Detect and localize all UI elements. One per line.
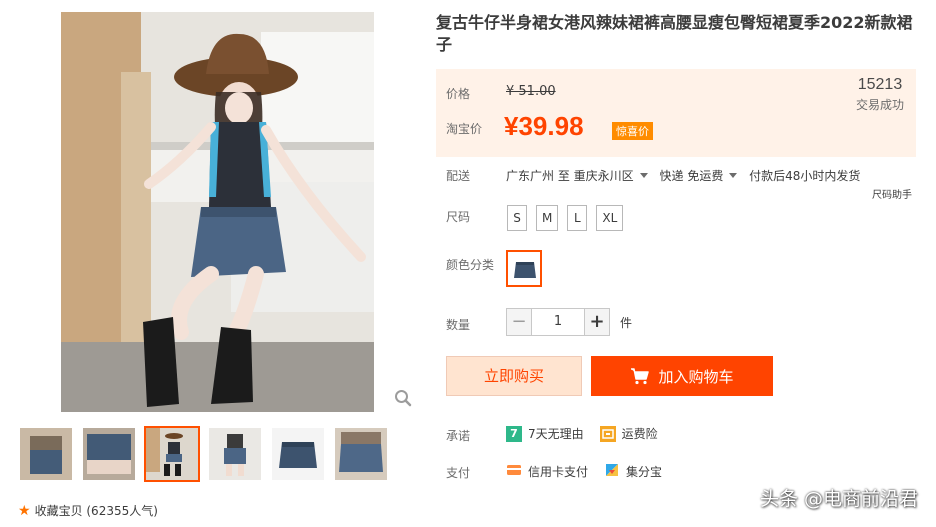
thumbnail-3[interactable] <box>144 426 200 482</box>
payment-label: 支付 <box>446 466 471 480</box>
quantity-stepper: − 1 + 件 <box>506 308 632 336</box>
quantity-label: 数量 <box>446 318 471 332</box>
current-price: ¥39.98 <box>504 111 584 141</box>
quantity-input[interactable]: 1 <box>532 308 584 336</box>
sales-count: 15213 交易成功 <box>856 76 904 113</box>
size-option-m[interactable]: M <box>536 205 559 231</box>
payment-row: 信用卡支付 集分宝 <box>506 462 662 481</box>
chevron-down-icon <box>639 173 648 178</box>
zoom-icon[interactable] <box>394 389 412 407</box>
product-title: 复古牛仔半身裙女港风辣妹裙裤高腰显瘦包臀短裙夏季2022新款裙子 <box>436 13 913 54</box>
credit-card-icon <box>506 462 522 481</box>
size-option-s[interactable]: S <box>507 205 527 231</box>
shipping-label: 配送 <box>446 169 471 183</box>
freight-insurance-icon <box>599 425 616 442</box>
buy-now-button[interactable]: 立即购买 <box>446 356 582 396</box>
thumbnail-1[interactable] <box>20 428 72 480</box>
ship-destination-text: 重庆永川区 <box>573 169 634 183</box>
promise-row: 7 7天无理由 运费险 <box>506 425 658 442</box>
thumbnail-4[interactable] <box>209 428 261 480</box>
quantity-unit: 件 <box>620 315 633 330</box>
quantity-increase-button[interactable]: + <box>584 308 610 336</box>
favorite-text: 收藏宝贝 (62355人气) <box>34 504 158 518</box>
ship-destination-dropdown[interactable]: 重庆永川区 <box>574 169 656 183</box>
dispatch-time: 付款后48小时内发货 <box>749 169 861 183</box>
denim-skirt-swatch <box>511 255 539 284</box>
sold-label: 交易成功 <box>855 98 904 112</box>
size-label: 尺码 <box>446 210 471 224</box>
cart-icon <box>631 368 650 385</box>
ship-from: 广东广州 至 <box>506 169 570 183</box>
thumbnail-strip <box>20 426 387 482</box>
color-option-denim[interactable] <box>506 250 542 287</box>
size-option-l[interactable]: L <box>567 205 588 231</box>
price-panel: 价格 ¥ 51.00 淘宝价 ¥39.98 惊喜价 15213 交易成功 <box>436 69 916 157</box>
thumbnail-2[interactable] <box>83 428 135 480</box>
size-option-xl[interactable]: XL <box>596 205 624 231</box>
thumbnail-6[interactable] <box>335 428 387 480</box>
add-to-cart-button[interactable]: 加入购物车 <box>591 356 773 396</box>
add-to-cart-label: 加入购物车 <box>658 367 734 386</box>
ship-method-text: 快递 免运费 <box>659 169 724 183</box>
chevron-down-icon <box>729 173 738 178</box>
credit-card-text[interactable]: 信用卡支付 <box>528 463 588 480</box>
price-label: 价格 <box>446 87 471 101</box>
size-helper-link[interactable]: 尺码助手 <box>872 186 912 201</box>
sold-number: 15213 <box>857 76 903 93</box>
size-options: S M L XL <box>507 205 624 231</box>
jifenbao-text[interactable]: 集分宝 <box>626 463 662 480</box>
thumbnail-5[interactable] <box>272 428 324 480</box>
promo-price-label: 淘宝价 <box>446 122 483 136</box>
favorite-link[interactable]: ★ 收藏宝贝 (62355人气) <box>18 502 158 519</box>
original-price: ¥ 51.00 <box>506 84 556 99</box>
freight-insurance-text[interactable]: 运费险 <box>622 425 658 442</box>
price-tag-badge: 惊喜价 <box>612 122 653 140</box>
jifenbao-icon <box>604 462 620 481</box>
seven-day-return-text[interactable]: 7天无理由 <box>528 425 584 442</box>
ship-method-dropdown[interactable]: 快递 免运费 <box>660 169 746 183</box>
main-product-image[interactable] <box>61 12 374 412</box>
shipping-info: 广东广州 至 重庆永川区 快递 免运费 付款后48小时内发货 <box>506 167 860 184</box>
color-label: 颜色分类 <box>446 258 495 272</box>
promise-label: 承诺 <box>446 429 471 443</box>
watermark-text: 头条 @电商前沿君 <box>759 488 918 510</box>
seven-day-return-icon: 7 <box>506 425 522 442</box>
star-icon: ★ <box>18 502 31 519</box>
quantity-decrease-button[interactable]: − <box>506 308 532 336</box>
